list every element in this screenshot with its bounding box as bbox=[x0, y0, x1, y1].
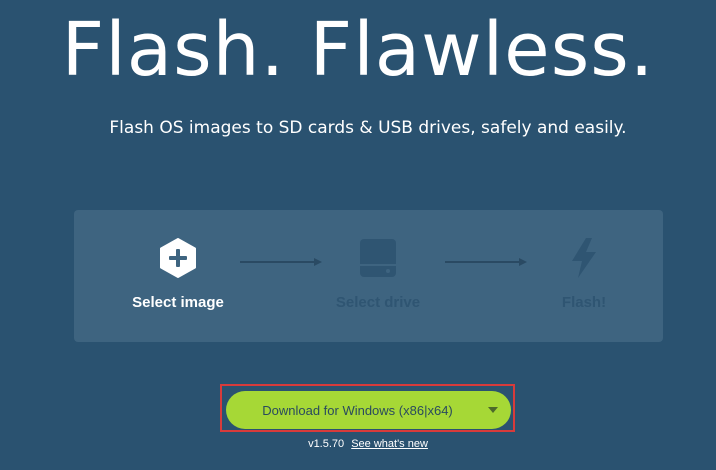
lightning-bolt-icon bbox=[509, 234, 659, 282]
hard-drive-icon bbox=[303, 234, 453, 282]
plus-hexagon-icon[interactable] bbox=[103, 234, 253, 282]
step-select-drive: Select drive bbox=[303, 234, 453, 311]
step-label-select-drive: Select drive bbox=[335, 294, 421, 311]
step-label-select-image: Select image bbox=[132, 294, 224, 311]
step-label-flash: Flash! bbox=[561, 294, 607, 311]
version-row: v1.5.70 See what's new bbox=[0, 438, 716, 450]
step-flash: Flash! bbox=[509, 234, 659, 311]
hero-title: Flash. Flawless. bbox=[61, 7, 655, 93]
steps-panel: Select image Select drive Flash! bbox=[74, 210, 663, 342]
caret-down-icon[interactable] bbox=[475, 407, 511, 413]
whats-new-link[interactable]: See what's new bbox=[351, 438, 428, 450]
hero-subtitle: Flash OS images to SD cards & USB drives… bbox=[109, 118, 627, 138]
download-button[interactable]: Download for Windows (x86|x64) bbox=[226, 391, 511, 429]
version-number: v1.5.70 bbox=[308, 438, 345, 450]
download-button-label: Download for Windows (x86|x64) bbox=[262, 402, 453, 418]
step-select-image[interactable]: Select image bbox=[103, 234, 253, 311]
